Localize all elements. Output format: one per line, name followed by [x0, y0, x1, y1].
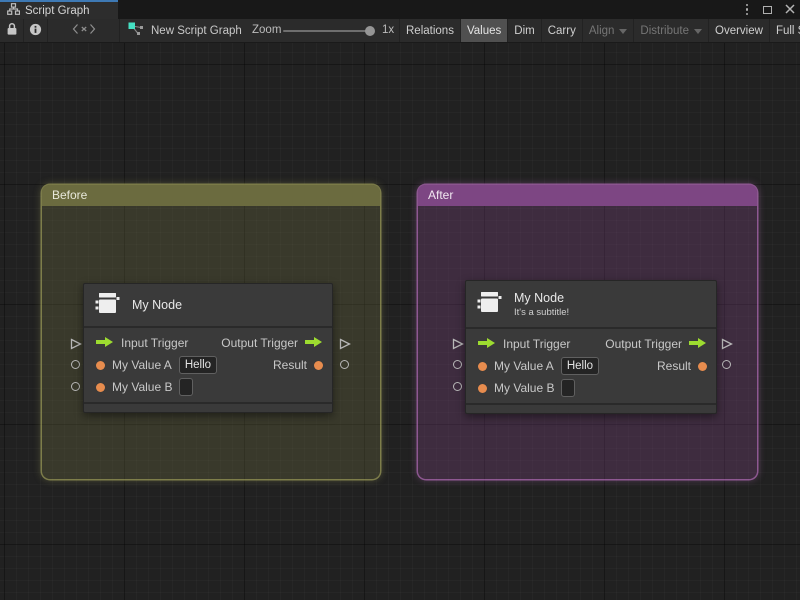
- ext-output-trigger-port[interactable]: [339, 337, 351, 355]
- graph-hierarchy-icon: [7, 3, 21, 18]
- group-before-header[interactable]: Before: [42, 185, 380, 206]
- toolbar-button-values[interactable]: Values: [459, 19, 508, 42]
- ext-input-trigger-port[interactable]: [452, 337, 464, 355]
- node-footer: [84, 402, 332, 412]
- align-label: Align: [588, 24, 615, 37]
- output-trigger-arrow-icon[interactable]: [305, 336, 323, 351]
- node-title: My Node: [132, 298, 183, 312]
- output-trigger-arrow-icon[interactable]: [689, 337, 707, 352]
- port-row-trigger: Input Trigger Output Trigger: [466, 333, 716, 355]
- input-trigger-label: Input Trigger: [503, 337, 571, 351]
- graph-canvas[interactable]: Before After My Node Input Trigger Outpu…: [0, 43, 800, 600]
- chevron-down-icon: [619, 28, 628, 34]
- output-trigger-label: Output Trigger: [221, 336, 298, 350]
- node-body: Input Trigger Output Trigger My Value A …: [84, 328, 332, 402]
- node-my-node-before[interactable]: My Node Input Trigger Output Trigger My …: [83, 283, 333, 413]
- toolbar-button-overview[interactable]: Overview: [708, 19, 769, 42]
- node-header[interactable]: My Node It's a subtitle!: [466, 281, 716, 329]
- value-b-port-icon[interactable]: [96, 382, 105, 392]
- value-b-port-icon[interactable]: [478, 383, 487, 393]
- code-preview-button[interactable]: [48, 19, 120, 42]
- values-label: Values: [466, 24, 502, 37]
- close-icon[interactable]: [785, 1, 795, 19]
- fullscreen-label: Full Screen: [775, 24, 800, 37]
- group-after-header[interactable]: After: [418, 185, 757, 206]
- info-icon: [29, 23, 42, 39]
- script-graph-icon: [128, 22, 144, 39]
- toolbar-button-relations[interactable]: Relations: [399, 19, 460, 42]
- node-footer: [466, 403, 716, 413]
- zoom-value: 1x: [382, 24, 395, 36]
- toolbar-button-align[interactable]: Align: [581, 19, 634, 42]
- graph-toolbar: New Script Graph Zoom 1x Relations Value…: [0, 19, 800, 43]
- value-a-input[interactable]: Hello: [178, 356, 218, 374]
- toolbar-button-dim[interactable]: Dim: [507, 19, 540, 42]
- input-trigger-arrow-icon[interactable]: [478, 337, 496, 352]
- value-b-input[interactable]: [179, 378, 194, 396]
- ext-value-b-port[interactable]: [453, 382, 462, 391]
- lock-button[interactable]: [0, 19, 24, 42]
- value-a-port-icon[interactable]: [478, 361, 487, 371]
- lock-icon: [6, 22, 18, 39]
- distribute-label: Distribute: [640, 24, 689, 37]
- input-trigger-label: Input Trigger: [121, 336, 189, 350]
- result-port-icon[interactable]: [698, 361, 707, 371]
- window-controls: [744, 0, 796, 19]
- zoom-label: Zoom: [252, 24, 282, 36]
- ext-result-port[interactable]: [340, 360, 349, 369]
- code-brackets-icon: [72, 23, 96, 38]
- value-b-label: My Value B: [112, 380, 173, 394]
- chevron-down-icon: [694, 28, 702, 34]
- maximize-icon[interactable]: [763, 5, 772, 14]
- tab-script-graph[interactable]: Script Graph: [0, 0, 118, 19]
- ext-result-port[interactable]: [722, 360, 731, 369]
- ext-value-a-port[interactable]: [71, 360, 80, 369]
- carry-label: Carry: [547, 24, 576, 37]
- port-row-value-b: My Value B: [84, 376, 332, 398]
- output-trigger-label: Output Trigger: [605, 337, 682, 351]
- node-header[interactable]: My Node: [84, 284, 332, 328]
- toolbar-button-fullscreen[interactable]: Full Screen: [768, 19, 800, 42]
- value-b-input[interactable]: [561, 379, 576, 397]
- result-port-icon[interactable]: [314, 360, 323, 370]
- zoom-slider-thumb[interactable]: [365, 26, 375, 36]
- relations-label: Relations: [406, 24, 454, 37]
- overview-label: Overview: [715, 24, 763, 37]
- dim-label: Dim: [514, 24, 535, 37]
- node-subtitle: It's a subtitle!: [514, 306, 570, 318]
- toolbar-toggle-group: Relations Values Dim Carry Align Distrib…: [399, 19, 800, 42]
- result-label: Result: [272, 358, 307, 372]
- unit-node-icon: [476, 289, 503, 320]
- node-title: My Node: [514, 290, 565, 305]
- value-a-input[interactable]: Hello: [560, 357, 600, 375]
- ext-output-trigger-port[interactable]: [721, 337, 733, 355]
- node-my-node-after[interactable]: My Node It's a subtitle! Input Trigger O…: [465, 280, 717, 414]
- ext-value-a-port[interactable]: [453, 360, 462, 369]
- value-a-label: My Value A: [494, 359, 554, 373]
- unit-node-icon: [94, 290, 121, 321]
- toolbar-button-carry[interactable]: Carry: [540, 19, 582, 42]
- port-row-trigger: Input Trigger Output Trigger: [84, 332, 332, 354]
- port-row-value-b: My Value B: [466, 377, 716, 399]
- value-a-label: My Value A: [112, 358, 172, 372]
- ext-value-b-port[interactable]: [71, 382, 80, 391]
- tab-title: Script Graph: [25, 4, 90, 17]
- window-menu-icon[interactable]: [744, 2, 751, 18]
- result-label: Result: [656, 359, 691, 373]
- value-b-label: My Value B: [494, 381, 555, 395]
- graph-name-label: New Script Graph: [151, 24, 242, 37]
- value-a-port-icon[interactable]: [96, 360, 105, 370]
- port-row-value-a: My Value A Hello Result: [84, 354, 332, 376]
- zoom-slider-track[interactable]: [283, 30, 369, 32]
- toolbar-button-distribute[interactable]: Distribute: [633, 19, 708, 42]
- ext-input-trigger-port[interactable]: [70, 337, 82, 355]
- node-body: Input Trigger Output Trigger My Value A …: [466, 329, 716, 403]
- info-button[interactable]: [24, 19, 48, 42]
- port-row-value-a: My Value A Hello Result: [466, 355, 716, 377]
- graph-breadcrumb[interactable]: New Script Graph: [128, 19, 242, 42]
- tab-bar: Script Graph: [0, 0, 800, 19]
- group-before-title: Before: [52, 188, 88, 202]
- group-after-title: After: [428, 188, 454, 202]
- input-trigger-arrow-icon[interactable]: [96, 336, 114, 351]
